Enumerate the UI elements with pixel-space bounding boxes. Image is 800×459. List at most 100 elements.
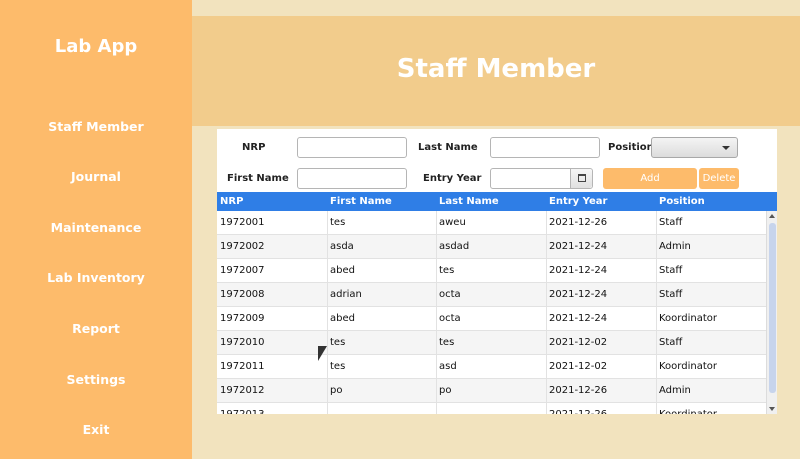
cell-position: Admin <box>659 241 691 252</box>
cell-last-name: aweu <box>439 217 466 228</box>
sidebar-item-maintenance[interactable]: Maintenance <box>0 220 192 235</box>
table-row[interactable]: 1972007 abed tes 2021-12-24 Staff <box>217 259 766 283</box>
column-divider <box>656 235 657 259</box>
column-header-last-name[interactable]: Last Name <box>439 196 499 207</box>
cell-last-name: asdad <box>439 241 470 252</box>
table-row[interactable]: 1972013 2021-12-26 Koordinator <box>217 403 766 414</box>
cell-first-name: tes <box>330 361 346 372</box>
cell-nrp: 1972008 <box>220 289 265 300</box>
first-name-label: First Name <box>227 173 289 184</box>
delete-button[interactable]: Delete <box>699 168 739 189</box>
column-divider <box>546 307 547 331</box>
cell-first-name: abed <box>330 265 355 276</box>
column-divider <box>436 331 437 355</box>
sidebar-item-settings[interactable]: Settings <box>0 372 192 387</box>
cell-position: Staff <box>659 217 683 228</box>
table-row[interactable]: 1972002 asda asdad 2021-12-24 Admin <box>217 235 766 259</box>
table-row[interactable]: 1972008 adrian octa 2021-12-24 Staff <box>217 283 766 307</box>
cell-first-name: asda <box>330 241 354 252</box>
sidebar-item-report[interactable]: Report <box>0 321 192 336</box>
cell-entry-year: 2021-12-26 <box>549 409 607 414</box>
cell-entry-year: 2021-12-24 <box>549 241 608 252</box>
sidebar: Lab App Staff Member Journal Maintenance… <box>0 0 192 459</box>
cell-position: Staff <box>659 289 683 300</box>
column-header-entry-year[interactable]: Entry Year <box>549 196 607 207</box>
page-header: Staff Member <box>192 16 800 126</box>
cell-entry-year: 2021-12-24 <box>549 265 608 276</box>
cell-first-name: tes <box>330 337 346 348</box>
last-name-input[interactable] <box>490 137 600 158</box>
table-row[interactable]: 1972010 tes tes 2021-12-02 Staff <box>217 331 766 355</box>
column-header-position[interactable]: Position <box>659 196 705 207</box>
cell-first-name: abed <box>330 313 355 324</box>
cell-nrp: 1972009 <box>220 313 265 324</box>
add-button[interactable]: Add <box>603 168 697 189</box>
column-divider <box>546 331 547 355</box>
table-row[interactable]: 1972009 abed octa 2021-12-24 Koordinator <box>217 307 766 331</box>
sidebar-item-staff-member[interactable]: Staff Member <box>0 119 192 134</box>
cell-last-name: octa <box>439 313 461 324</box>
scroll-down-icon[interactable] <box>769 407 775 411</box>
column-divider <box>546 283 547 307</box>
column-divider <box>656 211 657 235</box>
table-scrollbar[interactable] <box>766 211 777 414</box>
column-divider <box>546 259 547 283</box>
column-divider <box>327 355 328 379</box>
cell-entry-year: 2021-12-24 <box>549 313 608 324</box>
column-header-nrp[interactable]: NRP <box>220 196 243 207</box>
sidebar-item-exit[interactable]: Exit <box>0 422 192 437</box>
table-header: NRP First Name Last Name Entry Year Posi… <box>217 192 777 211</box>
column-divider <box>436 403 437 414</box>
cell-entry-year: 2021-12-24 <box>549 289 608 300</box>
column-divider <box>436 211 437 235</box>
cell-position: Koordinator <box>659 313 717 324</box>
cell-position: Koordinator <box>659 409 717 414</box>
last-name-label: Last Name <box>418 142 478 153</box>
cell-entry-year: 2021-12-02 <box>549 337 608 348</box>
entry-year-datepicker[interactable] <box>490 168 593 189</box>
cell-last-name: tes <box>439 265 455 276</box>
table-row[interactable]: 1972001 tes aweu 2021-12-26 Staff <box>217 211 766 235</box>
column-divider <box>327 211 328 235</box>
table-row[interactable]: 1972011 tes asd 2021-12-02 Koordinator <box>217 355 766 379</box>
column-divider <box>327 235 328 259</box>
sidebar-item-journal[interactable]: Journal <box>0 169 192 184</box>
column-divider <box>436 283 437 307</box>
sidebar-item-lab-inventory[interactable]: Lab Inventory <box>0 270 192 285</box>
cell-nrp: 1972010 <box>220 337 265 348</box>
cell-nrp: 1972002 <box>220 241 265 252</box>
column-header-first-name[interactable]: First Name <box>330 196 392 207</box>
cell-position: Admin <box>659 385 691 396</box>
column-divider <box>656 379 657 403</box>
column-divider <box>327 403 328 414</box>
column-divider <box>546 355 547 379</box>
cell-first-name: adrian <box>330 289 362 300</box>
column-divider <box>327 379 328 403</box>
column-divider <box>656 331 657 355</box>
date-picker-button[interactable] <box>570 169 592 188</box>
cell-nrp: 1972011 <box>220 361 265 372</box>
table-row[interactable]: 1972012 po po 2021-12-26 Admin <box>217 379 766 403</box>
cell-nrp: 1972007 <box>220 265 265 276</box>
cell-last-name: tes <box>439 337 455 348</box>
first-name-input[interactable] <box>297 168 407 189</box>
column-divider <box>436 235 437 259</box>
nrp-input[interactable] <box>297 137 407 158</box>
cell-last-name: po <box>439 385 452 396</box>
column-divider <box>656 307 657 331</box>
column-divider <box>327 259 328 283</box>
column-divider <box>436 355 437 379</box>
column-divider <box>327 307 328 331</box>
column-divider <box>436 307 437 331</box>
position-select[interactable] <box>651 137 738 158</box>
scroll-thumb[interactable] <box>769 223 776 393</box>
scroll-up-icon[interactable] <box>769 214 775 218</box>
cell-last-name: octa <box>439 289 461 300</box>
page-title: Staff Member <box>396 54 596 84</box>
column-divider <box>546 379 547 403</box>
column-divider <box>546 403 547 414</box>
column-divider <box>656 283 657 307</box>
cell-position: Staff <box>659 265 683 276</box>
cell-entry-year: 2021-12-02 <box>549 361 608 372</box>
cell-last-name: asd <box>439 361 457 372</box>
